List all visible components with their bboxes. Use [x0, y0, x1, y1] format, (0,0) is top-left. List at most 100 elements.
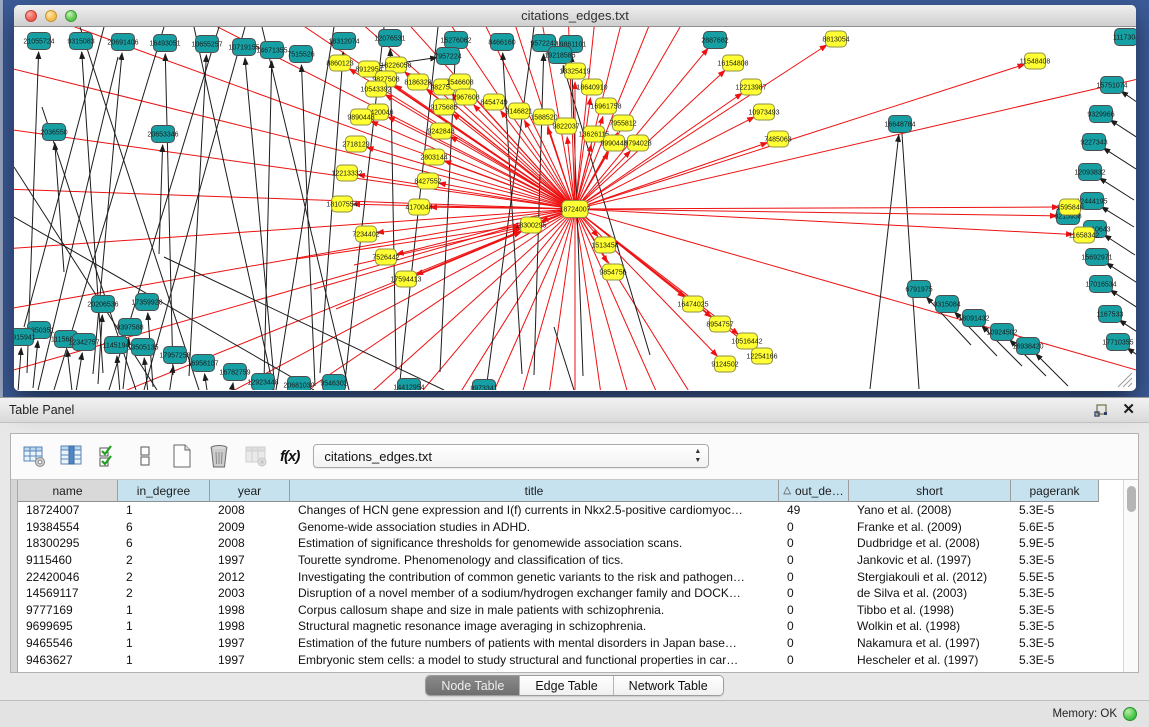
graph-node[interactable]: 8813054 — [822, 31, 849, 47]
table-row[interactable]: 1872400712008Changes of HCN gene express… — [18, 502, 1123, 519]
graph-node[interactable]: 4170044 — [405, 199, 432, 215]
memory-status-indicator[interactable] — [1123, 707, 1137, 721]
graph-node[interactable]: 15751074 — [1096, 77, 1127, 94]
graph-node[interactable]: 2967608 — [452, 89, 479, 105]
graph-node[interactable]: 9242848 — [427, 123, 454, 139]
graph-node[interactable]: 3915941 — [14, 329, 36, 346]
graph-node[interactable]: 7957224 — [434, 48, 461, 65]
table-mode-icon[interactable] — [21, 443, 47, 469]
graph-node[interactable]: 9175685 — [430, 99, 457, 115]
graph-node[interactable]: 16648784 — [884, 116, 915, 133]
graph-node[interactable]: 18312074 — [328, 33, 359, 50]
graph-node[interactable]: 18640910 — [576, 79, 607, 95]
graph-node[interactable]: 17359928 — [131, 294, 162, 311]
graph-node[interactable]: 11548408 — [1020, 53, 1051, 69]
graph-node[interactable]: 7526442 — [372, 249, 399, 265]
window-resize-grip[interactable] — [1118, 373, 1132, 387]
create-table-icon[interactable] — [169, 443, 195, 469]
graph-node[interactable]: 8860123 — [326, 55, 353, 71]
table-selector-dropdown[interactable]: citations_edges.txt ▲▼ — [313, 444, 709, 468]
graph-node[interactable]: 16961758 — [590, 98, 621, 114]
graph-node[interactable]: 14412954 — [393, 379, 424, 391]
graph-node[interactable]: 20681030 — [283, 377, 314, 391]
graph-node[interactable]: 17710355 — [1102, 334, 1133, 351]
tab-node-table[interactable]: Node Table — [426, 676, 520, 695]
graph-node[interactable]: 2036550 — [40, 124, 67, 141]
graph-node[interactable]: 19218586 — [544, 47, 575, 64]
graph-node[interactable]: 1117304 — [1113, 29, 1136, 46]
graph-node[interactable]: 8973341 — [470, 380, 497, 391]
graph-node[interactable]: 16782759 — [219, 364, 250, 381]
graph-node[interactable]: 20206536 — [87, 296, 118, 313]
function-builder-icon[interactable]: f(x) — [280, 448, 299, 465]
table-row[interactable]: 911546021997Tourette syndrome. Phenomeno… — [18, 552, 1123, 569]
graph-node[interactable]: 8954757 — [706, 316, 733, 332]
graph-node[interactable]: 9890448 — [347, 109, 374, 125]
graph-node[interactable]: 10655257 — [191, 36, 222, 53]
graph-node[interactable]: 1513454 — [591, 237, 618, 253]
network-view-window[interactable]: citations_edges.txt 21055724931508320691… — [14, 5, 1136, 391]
graph-node[interactable]: 15276062 — [440, 32, 471, 49]
column-header-title[interactable]: title — [290, 480, 779, 502]
graph-node[interactable]: 1595840 — [1056, 199, 1083, 215]
delete-entries-icon[interactable] — [206, 443, 232, 469]
table-row[interactable]: 977716911998Corpus callosum shape and si… — [18, 602, 1123, 619]
graph-node[interactable]: 12254166 — [746, 348, 777, 364]
graph-node[interactable]: 16474025 — [677, 296, 708, 312]
row-selection-icon[interactable] — [132, 443, 158, 469]
graph-node[interactable]: 9315084 — [933, 296, 960, 313]
graph-node[interactable]: 12076531 — [374, 30, 405, 47]
graph-node[interactable]: 20653346 — [147, 126, 178, 143]
graph-node[interactable]: 12213987 — [735, 79, 766, 95]
table-row[interactable]: 946554611997Estimation of the future num… — [18, 635, 1123, 652]
graph-node[interactable]: 12342757 — [68, 334, 99, 351]
scrollbar-thumb[interactable] — [1127, 486, 1136, 512]
graph-node[interactable]: 16938420 — [1012, 338, 1043, 355]
tab-edge-table[interactable]: Edge Table — [520, 676, 613, 695]
graph-node[interactable]: 8186328 — [404, 74, 431, 90]
network-canvas-container[interactable]: 2105572493150832069140616493051106552571… — [14, 27, 1136, 390]
graph-node[interactable]: 9329966 — [1087, 106, 1114, 123]
graph-node[interactable]: 20691406 — [107, 34, 138, 51]
table-row[interactable]: 1456911722003Disruption of a novel membe… — [18, 585, 1123, 602]
graph-node[interactable]: 2718129 — [342, 136, 369, 152]
graph-node[interactable]: 1167533 — [1097, 306, 1124, 323]
column-header-outde[interactable]: △out_de… — [779, 480, 849, 502]
graph-node[interactable]: 9397588 — [116, 319, 143, 336]
graph-node[interactable]: 7234402 — [352, 226, 379, 242]
graph-node[interactable]: 13325419 — [559, 63, 590, 79]
graph-node[interactable]: 12923448 — [247, 374, 278, 391]
graph-node[interactable]: 9315083 — [67, 33, 94, 50]
table-row[interactable]: 2242004622012Investigating the contribut… — [18, 568, 1123, 585]
graph-node[interactable]: 17016534 — [1085, 276, 1116, 293]
column-header-indegree[interactable]: in_degree — [118, 480, 210, 502]
graph-node[interactable]: 9146821 — [505, 103, 532, 119]
graph-node[interactable]: 12444195 — [1076, 193, 1107, 210]
column-header-short[interactable]: short — [849, 480, 1011, 502]
graph-node[interactable]: 8454749 — [480, 94, 507, 110]
graph-node[interactable]: 13505135 — [127, 339, 158, 356]
graph-node[interactable]: 8427552 — [414, 173, 441, 189]
graph-node[interactable]: 8466160 — [488, 34, 515, 51]
table-row[interactable]: 969969511998Structural magnetic resonanc… — [18, 618, 1123, 635]
float-panel-icon[interactable] — [1093, 403, 1109, 419]
graph-node[interactable]: 14671355 — [256, 42, 287, 59]
graph-node[interactable]: 15692971 — [1081, 249, 1112, 266]
graph-node[interactable]: 1145194 — [103, 337, 130, 354]
tab-network-table[interactable]: Network Table — [614, 676, 723, 695]
table-row[interactable]: 1938455462009Genome-wide association stu… — [18, 519, 1123, 536]
graph-node[interactable]: 9854756 — [599, 264, 626, 280]
graph-node[interactable]: 2887682 — [701, 32, 728, 49]
graph-node[interactable]: 16958107 — [187, 355, 218, 372]
graph-node[interactable]: 9546302 — [320, 375, 347, 391]
graph-node[interactable]: 2803144 — [420, 149, 447, 165]
graph-node[interactable]: 16154808 — [717, 55, 748, 71]
graph-node[interactable]: 16493051 — [149, 35, 180, 52]
network-window-titlebar[interactable]: citations_edges.txt — [14, 5, 1136, 27]
column-header-year[interactable]: year — [210, 480, 290, 502]
graph-node[interactable]: 7955812 — [609, 115, 636, 131]
table-row[interactable]: 946362711997Embryonic stem cells: a mode… — [18, 651, 1123, 668]
column-header-pagerank[interactable]: pagerank — [1011, 480, 1099, 502]
close-panel-icon[interactable]: ✕ — [1122, 402, 1135, 418]
graph-node[interactable]: 9124502 — [711, 356, 738, 372]
